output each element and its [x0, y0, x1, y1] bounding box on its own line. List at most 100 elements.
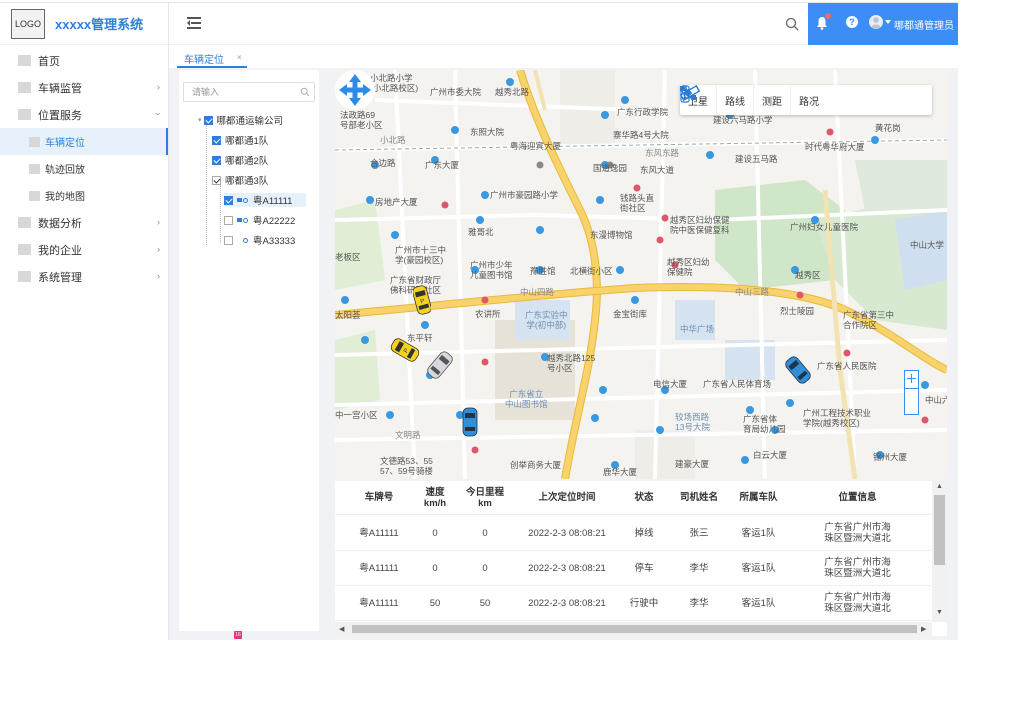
map-label: 寨华路4号大院: [613, 130, 669, 140]
logo-row: LOGO xxxxx管理系统: [0, 3, 168, 45]
submenu-item-my-map[interactable]: 我的地图: [0, 182, 168, 209]
checkbox[interactable]: [224, 215, 233, 225]
tree-node-vehicle[interactable]: 粤A22222: [224, 213, 295, 227]
menu-item-my-enterprise[interactable]: 我的企业 ›: [0, 236, 168, 263]
column-header: 上次定位时间: [538, 492, 596, 503]
cell-time: 2022-2-3 08:08:21: [528, 562, 606, 574]
route-button[interactable]: 路线: [681, 85, 754, 115]
map-label: 时代粤华府大厦: [805, 142, 865, 152]
scroll-down-icon[interactable]: ▼: [936, 609, 943, 616]
table-row[interactable]: 粤A11111 0 0 2022-2-3 08:08:21 掉线 张三 客运1队…: [335, 516, 931, 551]
cell-speed: 0: [432, 562, 438, 574]
header-user-area: ? 哪都通管理员: [808, 3, 958, 45]
menu-item-location-service[interactable]: 位置服务 ›: [0, 101, 168, 128]
measure-button[interactable]: 测距: [680, 85, 791, 115]
settings-icon: [18, 271, 31, 282]
menu-item-data-analysis[interactable]: 数据分析 ›: [0, 209, 168, 236]
tree-node-team[interactable]: 哪都通1队: [212, 133, 268, 147]
tree-node-company[interactable]: ▾ 哪都通运输公司: [198, 113, 283, 127]
cell-address: 广东省广州市海 珠区暨洲大道北: [824, 557, 891, 579]
submenu-item-track-playback[interactable]: 轨迹回放: [0, 155, 168, 182]
map-label: 越秀北路125 号小区: [547, 353, 596, 373]
zoom-control[interactable]: [904, 370, 919, 415]
menu-item-label: 首页: [38, 55, 60, 68]
map-label: 文德路53、55 57、59号骑楼: [380, 456, 433, 476]
map-label: 广东大厦: [425, 160, 460, 170]
map-label: 广东行政学院: [617, 107, 669, 117]
map-label: 烈士陵园: [780, 306, 815, 316]
checkbox[interactable]: [212, 155, 221, 165]
map-label: 创举商务大厦: [510, 460, 562, 470]
scroll-left-icon[interactable]: ◀: [339, 625, 344, 633]
collapse-menu-icon[interactable]: [187, 17, 201, 29]
vehicle-icon: [18, 82, 31, 93]
checkbox[interactable]: [224, 235, 233, 245]
car-marker-yellow[interactable]: P: [390, 335, 420, 365]
map-label: 广州市委大院: [430, 87, 482, 97]
checkbox[interactable]: [212, 135, 221, 145]
vertical-scrollbar[interactable]: ▲ ▼: [932, 481, 947, 622]
home-icon: [18, 55, 31, 66]
caret-down-icon[interactable]: [885, 20, 891, 24]
map-label: 广州市少年 儿童图书馆: [470, 260, 513, 280]
checkbox[interactable]: [203, 115, 213, 125]
menu-item-system-management[interactable]: 系统管理 ›: [0, 263, 168, 290]
cell-speed: 0: [432, 527, 438, 539]
cell-time: 2022-2-3 08:08:21: [528, 597, 606, 609]
map-label: 越秀北路: [495, 87, 530, 97]
menu-item-home[interactable]: 首页: [0, 47, 168, 74]
map-label: 广州工程技术职业 学院(越秀校区): [803, 408, 872, 428]
tree-node-label: 哪都通3队: [225, 176, 269, 187]
checkbox[interactable]: [212, 175, 221, 185]
search-icon[interactable]: [300, 87, 310, 97]
tree-node-team[interactable]: 哪都通3队: [212, 173, 268, 187]
username[interactable]: 哪都通管理员: [894, 17, 954, 32]
help-icon[interactable]: ?: [846, 16, 858, 28]
map-label: 太阳荟: [335, 310, 361, 320]
table-row[interactable]: 粤A11111 0 0 2022-2-3 08:08:21 停车 李华 客运1队…: [335, 551, 931, 586]
chevron-down-icon: ›: [153, 112, 164, 116]
logo: LOGO: [11, 8, 45, 39]
tree-node-team[interactable]: 哪都通2队: [212, 153, 268, 167]
menu-item-label: 我的企业: [38, 244, 82, 257]
search-icon[interactable]: [785, 17, 799, 31]
map-label: 广东实验中 学(初中部): [525, 310, 568, 330]
tree-node-vehicle[interactable]: 粤A11111: [224, 193, 306, 207]
tree-search-input[interactable]: 请输入: [183, 82, 315, 102]
map-label: 国道逸园: [593, 163, 628, 173]
scroll-up-icon[interactable]: ▲: [936, 483, 943, 490]
car-marker-gray[interactable]: [425, 350, 455, 380]
map-label: 广东省人民医院: [817, 361, 877, 371]
map-label: 中山大学: [910, 240, 945, 250]
map-toolbar: 卫星 路线 测距 路况: [680, 85, 932, 115]
close-icon[interactable]: ×: [237, 53, 242, 62]
menu: 首页 车辆监管 › 位置服务 › 车辆定位 轨迹回放 我的地图 数据分析 › 我…: [0, 45, 168, 290]
map-label: 建豪大厦: [675, 459, 710, 469]
chart-icon: [18, 217, 31, 228]
submenu-item-vehicle-location[interactable]: 车辆定位: [0, 128, 168, 155]
map-label: 中一宫小区: [335, 410, 378, 420]
traffic-button[interactable]: 路况: [680, 85, 827, 115]
scrollbar-thumb[interactable]: [934, 495, 945, 565]
avatar[interactable]: [869, 15, 883, 29]
car-marker-blue[interactable]: [783, 355, 813, 385]
horizontal-scrollbar[interactable]: ◀ ▶: [335, 622, 932, 636]
car-marker-yellow[interactable]: P: [413, 285, 431, 315]
table-row[interactable]: 粤A11111 50 50 2022-2-3 08:08:21 行驶中 李华 客…: [335, 586, 931, 621]
cell-driver: 张三: [689, 527, 709, 539]
pan-arrows-icon[interactable]: [335, 70, 375, 110]
map-label: 中山三路: [735, 287, 770, 297]
car-marker-blue[interactable]: [462, 407, 478, 437]
menu-item-vehicle-monitor[interactable]: 车辆监管 ›: [0, 74, 168, 101]
checkbox[interactable]: [224, 195, 233, 205]
size-tag: 16: [234, 631, 242, 639]
tree-node-vehicle[interactable]: 粤A33333: [224, 233, 295, 247]
map-label: 中山四路: [520, 287, 555, 297]
scroll-right-icon[interactable]: ▶: [921, 625, 926, 633]
map-label: 广东省第三中 合作院区: [843, 310, 895, 330]
cell-driver: 李华: [689, 597, 709, 609]
map-label: 农讲所: [475, 309, 501, 319]
map-view[interactable]: 小北路小学 (小北路校区) 广州市委大院 越秀北路 广东行政学院 法政路69 号…: [335, 70, 947, 479]
submenu-item-label: 车辆定位: [45, 138, 85, 149]
scrollbar-thumb[interactable]: [352, 625, 917, 633]
